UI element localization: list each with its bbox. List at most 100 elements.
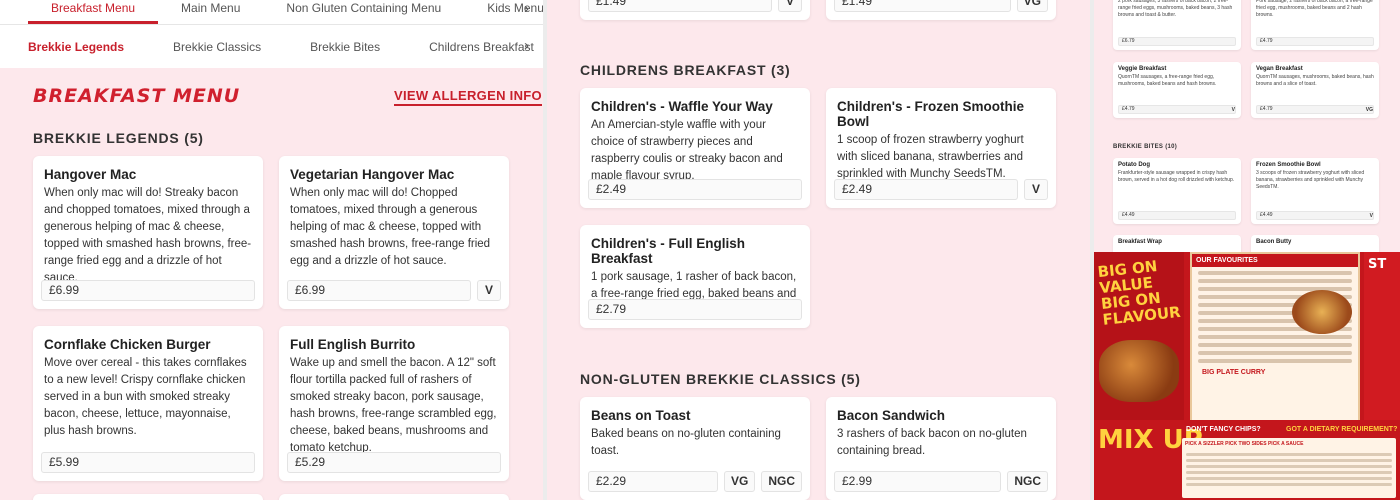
promo-headline: BIG ON VALUE BIG ON FLAVOUR [1096, 257, 1182, 329]
menu-item-card[interactable]: Children's - Waffle Your Way An Amercian… [580, 88, 810, 208]
item-description: QuornTM sausages, a free-range fried egg… [1118, 74, 1217, 87]
ngc-badge: NGC [761, 471, 802, 492]
item-price: £2.49 [834, 179, 1018, 200]
tab-non-gluten-menu[interactable]: Non Gluten Containing Menu [263, 0, 464, 24]
section-heading: CHILDRENS BREAKFAST (3) [580, 62, 791, 78]
item-price: £2.29 [588, 471, 718, 492]
item-price: £1.49 [588, 0, 772, 12]
item-name: Full English Burrito [290, 337, 416, 352]
tab-kids-menu[interactable]: Kids Menu [464, 0, 543, 24]
item-description: QuornTM sausages, mushrooms, baked beans… [1256, 74, 1374, 87]
vegan-badge: VG [1016, 0, 1048, 12]
menu-board-panel: PICK A SIZZLER PICK TWO SIDES PICK A SAU… [1182, 438, 1396, 498]
item-description: 3 rashers of back bacon on no-gluten con… [837, 428, 1027, 457]
vegetarian-badge: V [778, 0, 802, 12]
subtab-childrens-breakfast[interactable]: Childrens Breakfast [429, 34, 534, 60]
menu-board-photo: BIG ON VALUE BIG ON FLAVOUR OUR FAVOURIT… [1094, 252, 1400, 500]
section-heading: BREKKIE LEGENDS (5) [33, 130, 204, 146]
subtab-brekkie-bites[interactable]: Brekkie Bites [310, 34, 380, 60]
item-name: Children's - Full English Breakfast [591, 236, 745, 266]
mini-item-card[interactable]: Vegan Breakfast QuornTM sausages, mushro… [1251, 62, 1379, 118]
item-description: 3 scoops of frozen strawberry yoghurt wi… [1256, 170, 1365, 190]
item-description: When only mac will do! Streaky bacon and… [44, 187, 252, 284]
item-name: Bacon Butty [1256, 239, 1292, 245]
menu-item-card[interactable]: £1.49 V [580, 0, 810, 20]
tab-breakfast-menu[interactable]: Breakfast Menu [28, 0, 159, 24]
subtab-brekkie-classics[interactable]: Brekkie Classics [173, 34, 261, 60]
vegetarian-badge: V [1369, 213, 1373, 219]
item-name: Vegan Breakfast [1256, 66, 1303, 72]
menu-item-card[interactable]: Children's - Frozen Smoothie Bowl 1 scoo… [826, 88, 1056, 208]
section-heading: BREKKIE BITES (10) [1113, 144, 1178, 150]
item-name: Veggie Breakfast [1118, 66, 1167, 72]
menu-item-card[interactable]: Full English Burrito Wake up and smell t… [279, 326, 509, 481]
food-image [1099, 340, 1179, 402]
allergen-info-link[interactable]: VIEW ALLERGEN INFO [394, 88, 542, 106]
menu-item-card[interactable]: Cornflake Chicken Burger Move over cerea… [33, 326, 263, 481]
item-description: Baked beans on no-gluten containing toas… [591, 428, 781, 457]
item-name: Children's - Frozen Smoothie Bowl [837, 99, 1024, 129]
menu-item-card[interactable]: Bacon Sandwich 3 rashers of back bacon o… [826, 397, 1056, 500]
chevron-right-icon[interactable]: › [524, 0, 529, 17]
menu-item-card[interactable]: Beans on Toast Baked beans on no-gluten … [580, 397, 810, 500]
item-price: £2.99 [834, 471, 1002, 492]
vegetarian-badge: V [1231, 107, 1235, 113]
page-title: BREAKFAST MENU [33, 85, 241, 107]
panel-subheading: BIG PLATE CURRY [1202, 369, 1266, 376]
item-price: £6.99 [41, 280, 255, 301]
vegetarian-badge: V [1024, 179, 1048, 200]
item-name: Children's - Waffle Your Way [591, 99, 773, 114]
left-pane: Breakfast Menu Main Menu Non Gluten Cont… [0, 0, 543, 500]
section-subtabs: Brekkie Legends Brekkie Classics Brekkie… [0, 24, 543, 68]
item-price: £4.49 [1118, 211, 1236, 220]
item-name: Breakfast Wrap [1118, 239, 1162, 245]
item-description: 1 scoop of frozen strawberry yoghurt wit… [837, 134, 1024, 180]
vegetarian-badge: V [477, 280, 501, 301]
item-name: Beans on Toast [591, 408, 691, 423]
item-name: Cornflake Chicken Burger [44, 337, 211, 352]
vegan-badge: VG [1365, 107, 1373, 113]
item-name: Potato Dog [1118, 162, 1150, 168]
item-price: £4.79 [1256, 105, 1374, 114]
item-price: £4.79 [1256, 37, 1374, 46]
menu-item-card[interactable]: £1.49 VG [826, 0, 1056, 20]
vegan-badge: VG [723, 471, 756, 492]
menu-item-card[interactable] [279, 494, 509, 500]
food-image [1292, 290, 1352, 334]
item-price: £2.49 [588, 179, 802, 200]
mini-item-card[interactable]: Veggie Breakfast QuornTM sausages, a fre… [1113, 62, 1241, 118]
mini-item-card[interactable]: Frozen Smoothie Bowl 3 scoops of frozen … [1251, 158, 1379, 224]
mini-item-card[interactable]: Potato Dog Frankfurter-style sausage wra… [1113, 158, 1241, 224]
tab-main-menu[interactable]: Main Menu [158, 0, 263, 24]
item-price: £1.49 [834, 0, 1011, 12]
panel-subheading: PICK A SIZZLER PICK TWO SIDES PICK A SAU… [1185, 441, 1304, 447]
menu-item-card[interactable]: Children's - Full English Breakfast 1 po… [580, 225, 810, 328]
panel-heading: DON'T FANCY CHIPS? [1186, 426, 1261, 433]
item-price: £4.49 [1256, 211, 1374, 220]
promo-headline: ST [1368, 257, 1387, 272]
menu-item-card[interactable]: Vegetarian Hangover Mac When only mac wi… [279, 156, 509, 309]
mini-item-card[interactable]: Pork sausage, 2 rashers of back bacon, a… [1251, 0, 1379, 50]
ngc-badge: NGC [1007, 471, 1048, 492]
item-price: £6.99 [287, 280, 471, 301]
item-price: £6.79 [1118, 37, 1236, 46]
subtab-brekkie-legends[interactable]: Brekkie Legends [28, 34, 124, 60]
item-description: An Amercian-style waffle with your choic… [591, 119, 783, 182]
item-name: Vegetarian Hangover Mac [290, 167, 455, 182]
mini-item-card[interactable]: 2 pork sausages, 3 rashers of back bacon… [1113, 0, 1241, 50]
item-description: 2 pork sausages, 3 rashers of back bacon… [1118, 0, 1233, 18]
menu-tabs: Breakfast Menu Main Menu Non Gluten Cont… [0, 0, 543, 24]
menu-item-card[interactable] [33, 494, 263, 500]
item-description: Frankfurter-style sausage wrapped in cri… [1118, 170, 1235, 183]
item-price: £5.99 [41, 452, 255, 473]
item-name: Frozen Smoothie Bowl [1256, 162, 1321, 168]
item-price: £5.29 [287, 452, 501, 473]
item-description: Move over cereal - this takes cornflakes… [44, 357, 247, 437]
panel-heading: OUR FAVOURITES [1192, 254, 1358, 267]
chevron-right-icon[interactable]: › [524, 37, 529, 54]
menu-item-card[interactable]: Hangover Mac When only mac will do! Stre… [33, 156, 263, 309]
item-price: £4.79 [1118, 105, 1236, 114]
menu-board-strip: MIX UP DON'T FANCY CHIPS? GOT A DIETARY … [1094, 420, 1400, 500]
menu-board-panel: OUR FAVOURITES BIG PLATE CURRY [1190, 252, 1360, 422]
item-description: When only mac will do! Chopped tomatoes,… [290, 187, 491, 267]
